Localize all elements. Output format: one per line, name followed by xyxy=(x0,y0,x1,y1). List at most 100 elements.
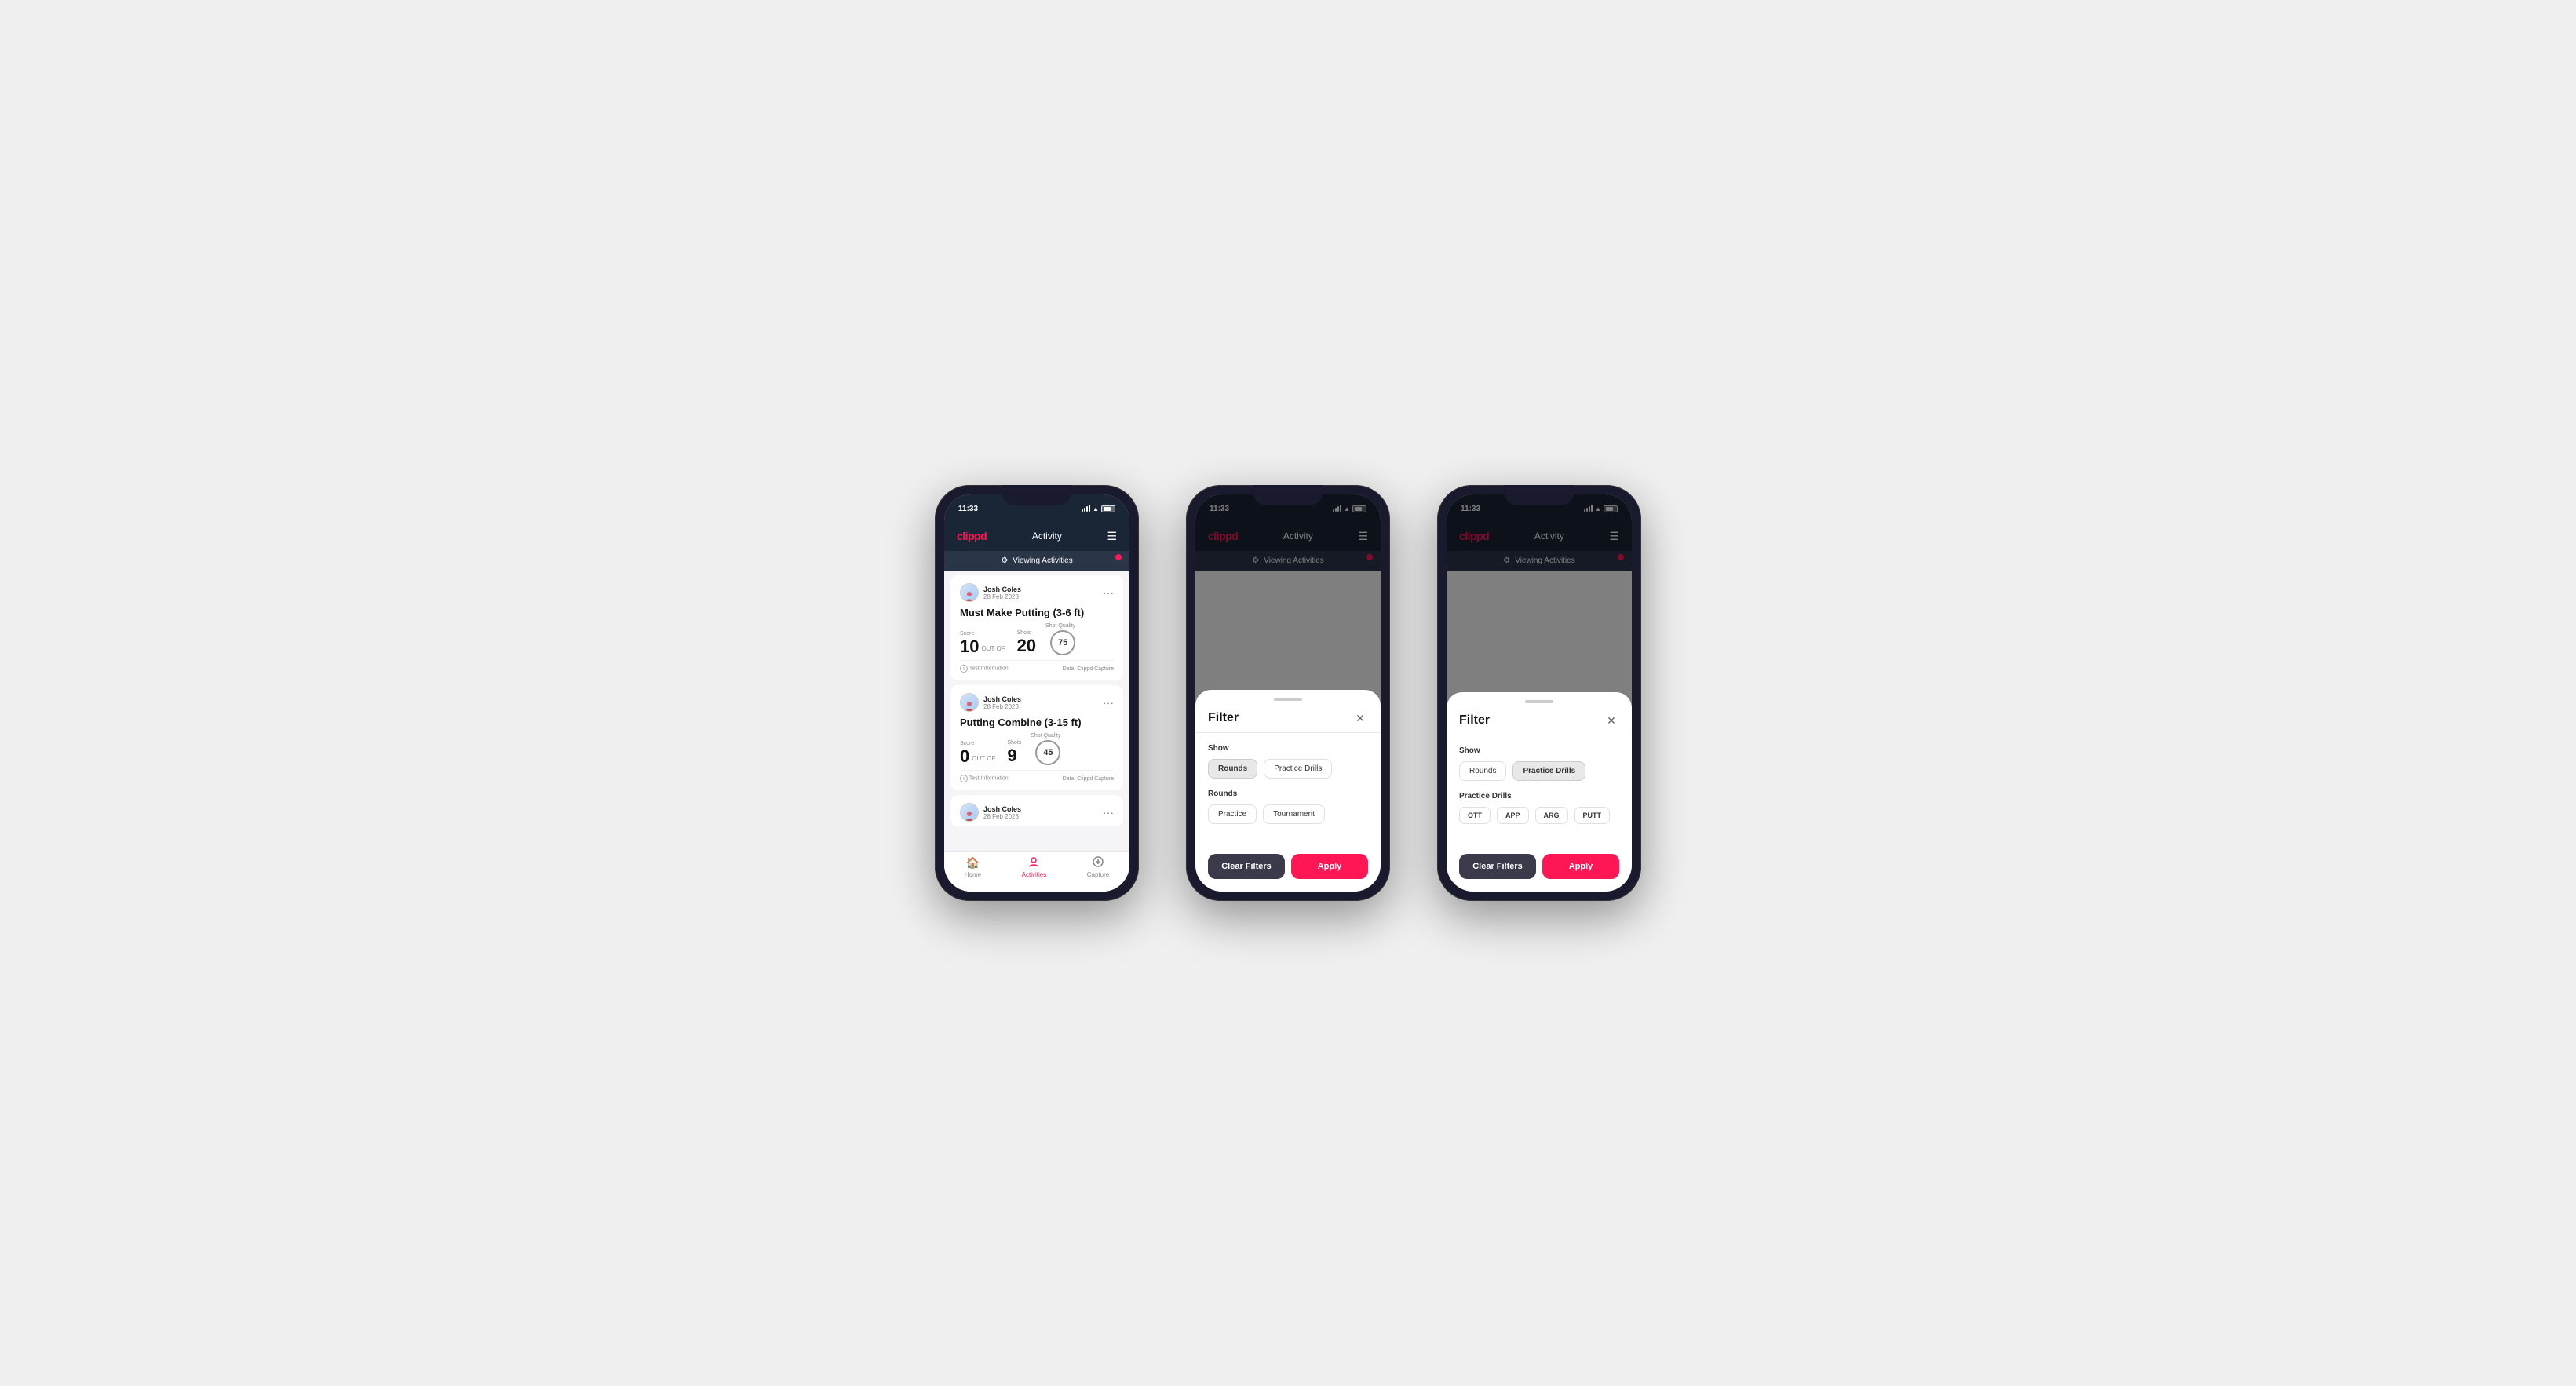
notch-3 xyxy=(1504,485,1574,505)
info-icon-2: i xyxy=(960,775,968,782)
filter-modal-2: Filter ✕ Show Rounds Practice Drills Rou… xyxy=(1195,690,1381,892)
score-label-1: Score xyxy=(960,631,1008,636)
user-name-1: Josh Coles xyxy=(983,585,1021,593)
info-icon-1: i xyxy=(960,665,968,673)
btn-practice-drills-2[interactable]: Practice Drills xyxy=(1264,759,1332,779)
user-name-2: Josh Coles xyxy=(983,695,1021,703)
card-1-info[interactable]: i Test Information xyxy=(960,665,1009,673)
user-name-3: Josh Coles xyxy=(983,805,1021,813)
user-info-2: Josh Coles 28 Feb 2023 xyxy=(960,693,1021,712)
phone-2-screen: 11:33 ▲ clippd Activity ☰ xyxy=(1195,494,1381,892)
sq-badge-2: 45 xyxy=(1035,740,1060,765)
card-1-data: Data: Clippd Capture xyxy=(1063,666,1114,672)
shots-label-2: Shots xyxy=(1007,740,1021,746)
phones-container: 11:33 ▲ clippd Activity ☰ xyxy=(935,485,1641,901)
btn-rounds-2[interactable]: Rounds xyxy=(1208,759,1257,779)
filter-footer-3: Clear Filters Apply xyxy=(1447,846,1632,892)
card-1-title: Must Make Putting (3-6 ft) xyxy=(960,607,1114,618)
btn-tournament-2[interactable]: Tournament xyxy=(1263,804,1325,824)
card-3-menu[interactable]: ··· xyxy=(1103,806,1114,819)
card-3-header: Josh Coles 28 Feb 2023 ··· xyxy=(960,803,1114,822)
card-1-header: Josh Coles 28 Feb 2023 ··· xyxy=(960,583,1114,602)
content-1[interactable]: Josh Coles 28 Feb 2023 ··· Must Make Put… xyxy=(944,571,1129,851)
wifi-icon-1: ▲ xyxy=(1093,505,1099,512)
status-icons-1: ▲ xyxy=(1082,505,1115,512)
btn-rounds-3[interactable]: Rounds xyxy=(1459,761,1506,781)
nav-bar-1: clippd Activity ☰ xyxy=(944,521,1129,551)
out-of-2: OUT OF xyxy=(972,755,995,762)
phone-2: 11:33 ▲ clippd Activity ☰ xyxy=(1186,485,1390,901)
sq-label-2: Shot Quality xyxy=(1031,733,1060,739)
tab-bar-1: 🏠 Home Activities xyxy=(944,851,1129,892)
drill-arg-3[interactable]: ARG xyxy=(1535,807,1568,824)
filter-title-3: Filter xyxy=(1459,713,1490,728)
tab-capture-1[interactable]: Capture xyxy=(1087,856,1109,885)
drill-ott-3[interactable]: OTT xyxy=(1459,807,1491,824)
btn-practice-drills-3[interactable]: Practice Drills xyxy=(1512,761,1585,781)
phone-1-screen: 11:33 ▲ clippd Activity ☰ xyxy=(944,494,1129,892)
filter-header-2: Filter ✕ xyxy=(1195,701,1381,732)
card-1-menu[interactable]: ··· xyxy=(1103,586,1114,599)
activity-card-3[interactable]: Josh Coles 28 Feb 2023 ··· xyxy=(950,795,1123,826)
avatar-1 xyxy=(960,583,979,602)
apply-3[interactable]: Apply xyxy=(1542,854,1619,879)
filter-header-3: Filter ✕ xyxy=(1447,703,1632,735)
notch-2 xyxy=(1253,485,1323,505)
rounds-label-2: Rounds xyxy=(1208,790,1368,798)
filter-close-2[interactable]: ✕ xyxy=(1352,710,1368,726)
filter-modal-3: Filter ✕ Show Rounds Practice Drills Pra… xyxy=(1447,692,1632,892)
shots-label-1: Shots xyxy=(1017,630,1036,636)
user-date-2: 28 Feb 2023 xyxy=(983,703,1021,710)
capture-icon-1 xyxy=(1093,856,1104,870)
filter-icon-1: ⚙ xyxy=(1001,556,1008,565)
phone-1: 11:33 ▲ clippd Activity ☰ xyxy=(935,485,1139,901)
filter-body-3: Show Rounds Practice Drills Practice Dri… xyxy=(1447,735,1632,846)
card-2-menu[interactable]: ··· xyxy=(1103,696,1114,709)
sq-badge-1: 75 xyxy=(1050,630,1075,655)
rounds-buttons-2: Practice Tournament xyxy=(1208,804,1368,824)
tab-activities-1[interactable]: Activities xyxy=(1022,856,1047,885)
user-date-3: 28 Feb 2023 xyxy=(983,813,1021,820)
btn-practice-2[interactable]: Practice xyxy=(1208,804,1257,824)
card-1-footer: i Test Information Data: Clippd Capture xyxy=(960,660,1114,673)
card-2-data: Data: Clippd Capture xyxy=(1063,776,1114,782)
tab-activities-label-1: Activities xyxy=(1022,871,1047,878)
tab-capture-label-1: Capture xyxy=(1087,871,1109,878)
practice-drills-label-3: Practice Drills xyxy=(1459,792,1619,801)
show-buttons-2: Rounds Practice Drills xyxy=(1208,759,1368,779)
drill-app-3[interactable]: APP xyxy=(1497,807,1529,824)
activity-card-1[interactable]: Josh Coles 28 Feb 2023 ··· Must Make Put… xyxy=(950,575,1123,680)
card-2-header: Josh Coles 28 Feb 2023 ··· xyxy=(960,693,1114,712)
tab-home-1[interactable]: 🏠 Home xyxy=(965,856,981,885)
avatar-3 xyxy=(960,803,979,822)
filter-close-3[interactable]: ✕ xyxy=(1604,713,1619,728)
clear-filters-3[interactable]: Clear Filters xyxy=(1459,854,1536,879)
notch-1 xyxy=(1002,485,1072,505)
activities-icon-1 xyxy=(1028,856,1039,870)
shots-value-1: 20 xyxy=(1017,636,1036,655)
tab-home-label-1: Home xyxy=(965,871,981,878)
clear-filters-2[interactable]: Clear Filters xyxy=(1208,854,1285,879)
card-1-stats: Score 10 OUT OF Shots 20 Shot Quality xyxy=(960,623,1114,655)
out-of-1: OUT OF xyxy=(981,645,1005,652)
card-2-info[interactable]: i Test Information xyxy=(960,775,1009,782)
phone-3: 11:33 ▲ clippd Activity ☰ xyxy=(1437,485,1641,901)
card-2-footer: i Test Information Data: Clippd Capture xyxy=(960,770,1114,782)
menu-icon-1[interactable]: ☰ xyxy=(1107,530,1117,543)
banner-dot-1 xyxy=(1115,554,1122,560)
activity-card-2[interactable]: Josh Coles 28 Feb 2023 ··· Putting Combi… xyxy=(950,685,1123,790)
show-label-3: Show xyxy=(1459,746,1619,755)
time-1: 11:33 xyxy=(958,505,978,513)
user-info-3: Josh Coles 28 Feb 2023 xyxy=(960,803,1021,822)
show-label-2: Show xyxy=(1208,744,1368,753)
drill-putt-3[interactable]: PUTT xyxy=(1574,807,1611,824)
filter-body-2: Show Rounds Practice Drills Rounds Pract… xyxy=(1195,733,1381,846)
home-icon-1: 🏠 xyxy=(966,856,980,870)
apply-2[interactable]: Apply xyxy=(1291,854,1368,879)
filter-footer-2: Clear Filters Apply xyxy=(1195,846,1381,892)
viewing-banner-1[interactable]: ⚙ Viewing Activities xyxy=(944,551,1129,571)
phone-3-screen: 11:33 ▲ clippd Activity ☰ xyxy=(1447,494,1632,892)
avatar-2 xyxy=(960,693,979,712)
show-buttons-3: Rounds Practice Drills xyxy=(1459,761,1619,781)
score-value-2: 0 xyxy=(960,748,969,765)
